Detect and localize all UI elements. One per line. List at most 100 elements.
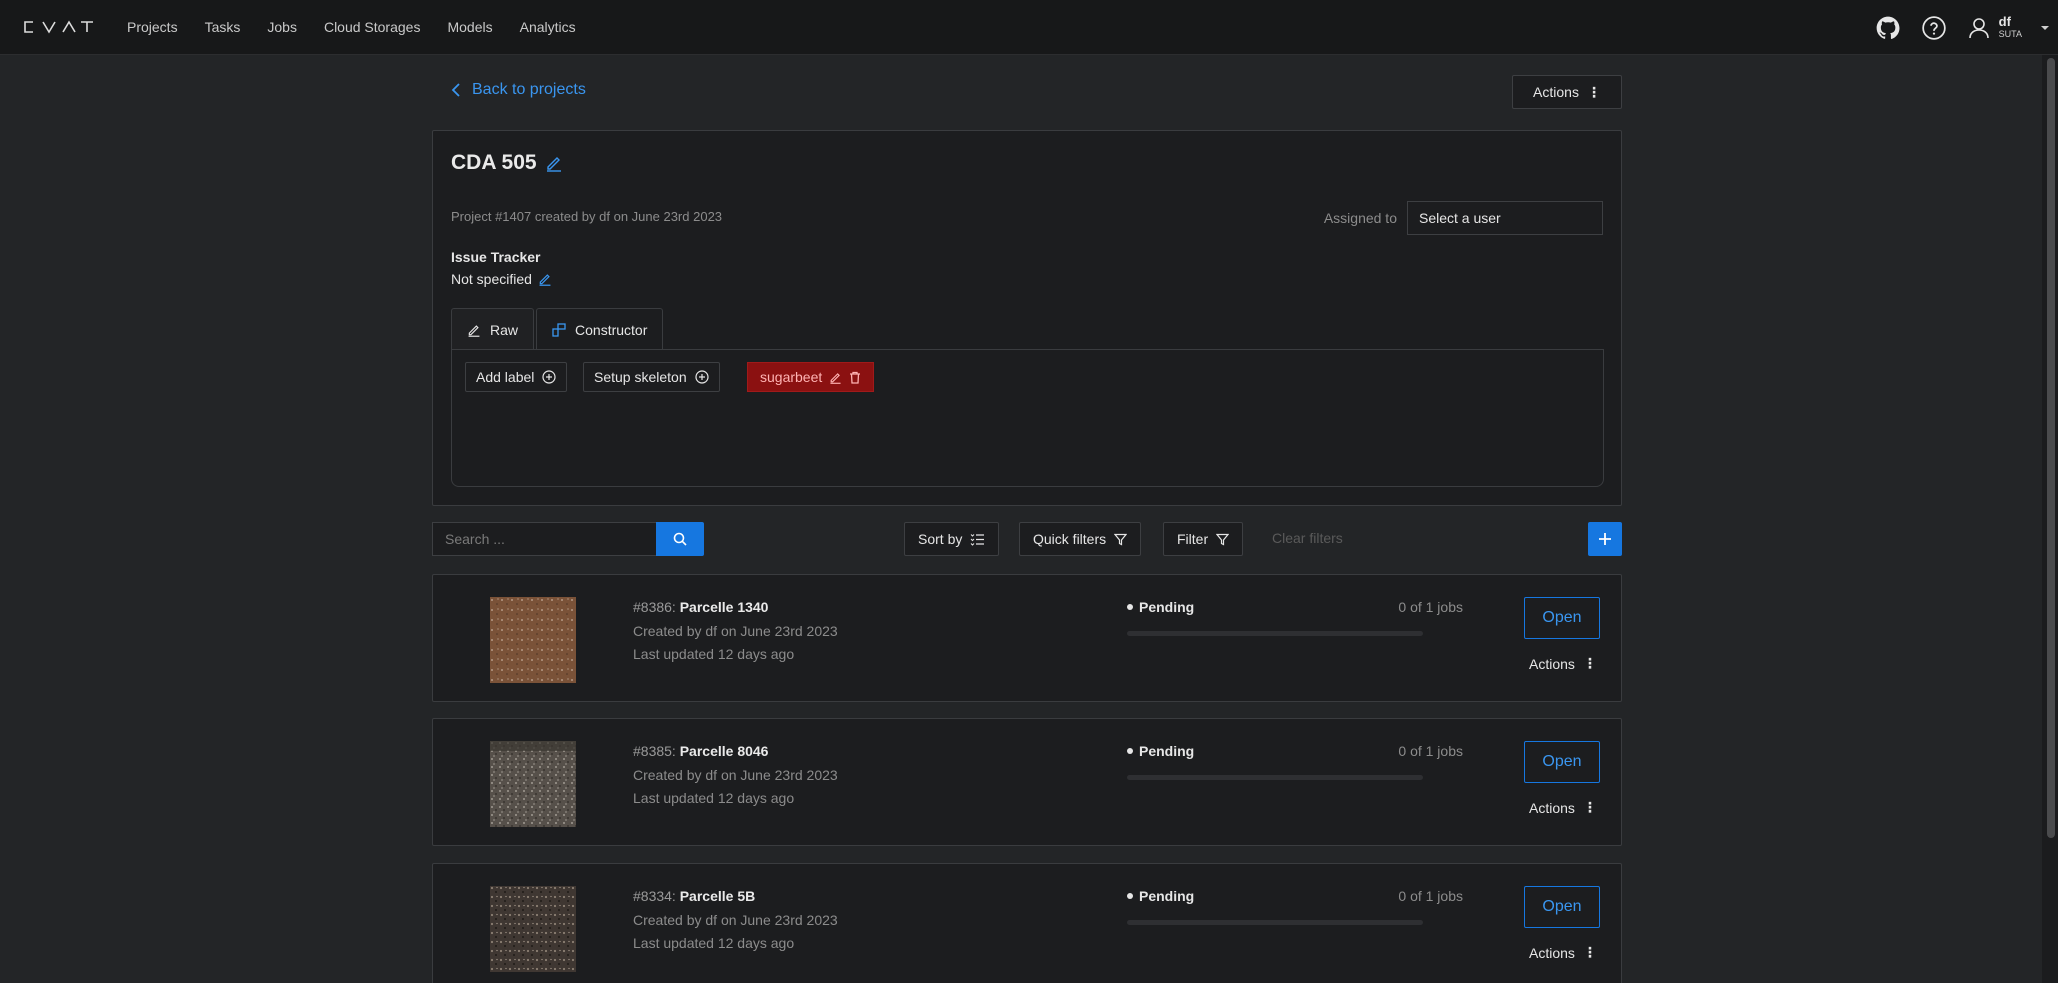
task-title[interactable]: #8386: Parcelle 1340 [633, 599, 768, 615]
task-thumbnail[interactable] [490, 597, 576, 683]
task-progress-bar [1127, 631, 1423, 636]
task-search-input[interactable] [432, 522, 656, 556]
task-jobs-count: 0 of 1 jobs [1398, 888, 1463, 904]
add-label-text: Add label [476, 369, 535, 385]
nav-projects[interactable]: Projects [127, 19, 178, 35]
add-label-button[interactable]: Add label [465, 362, 568, 392]
setup-skeleton-button[interactable]: Setup skeleton [583, 362, 720, 392]
constructor-panel: Add label Setup skeleton sugarbeet [451, 349, 1604, 487]
sort-by-label: Sort by [918, 531, 963, 547]
filter-button[interactable]: Filter [1163, 522, 1244, 556]
task-status-text: Pending [1139, 599, 1195, 615]
more-vertical-icon: ⋮ [1582, 799, 1597, 815]
plus-circle-icon [542, 370, 556, 384]
project-actions-button[interactable]: Actions ⋮ [1512, 75, 1622, 109]
task-title[interactable]: #8334: Parcelle 5B [633, 888, 755, 904]
cvat-logo[interactable] [23, 20, 95, 34]
task-card: #8334: Parcelle 5B Created by df on June… [432, 863, 1622, 983]
tab-constructor[interactable]: Constructor [536, 308, 664, 350]
tab-raw[interactable]: Raw [451, 308, 535, 350]
label-tag-name: sugarbeet [760, 369, 823, 385]
user-icon [1968, 17, 1989, 38]
project-meta: Project #1407 created by df on June 23rd… [451, 209, 723, 224]
task-updated: Last updated 12 days ago [633, 646, 795, 662]
filter-icon [1216, 533, 1230, 545]
sort-by-button[interactable]: Sort by [904, 522, 1000, 556]
quick-filters-button[interactable]: Quick filters [1019, 522, 1142, 556]
plus-icon [1599, 533, 1611, 545]
status-dot-icon [1127, 748, 1133, 754]
task-status-text: Pending [1139, 888, 1195, 904]
task-updated: Last updated 12 days ago [633, 790, 795, 806]
task-progress-bar [1127, 920, 1423, 925]
task-created: Created by df on June 23rd 2023 [633, 912, 838, 928]
nav-cloud-storages[interactable]: Cloud Storages [324, 19, 421, 35]
tab-constructor-label: Constructor [575, 321, 648, 338]
task-name: Parcelle 5B [679, 888, 756, 904]
task-actions-label: Actions [1529, 655, 1575, 672]
nav-tasks[interactable]: Tasks [205, 19, 241, 35]
filter-icon [1114, 533, 1128, 545]
clear-filters-button[interactable]: Clear filters [1272, 530, 1343, 546]
user-name: df [1998, 13, 2011, 29]
search-button[interactable] [656, 522, 704, 556]
setup-skeleton-text: Setup skeleton [594, 369, 687, 385]
top-right-controls: df SUTA [1875, 0, 2058, 55]
status-dot-icon [1127, 893, 1133, 899]
user-name-block: df SUTA [1998, 13, 2022, 40]
open-task-button[interactable]: Open [1524, 886, 1600, 928]
user-menu[interactable]: df SUTA [1967, 13, 2058, 40]
project-title: CDA 505 [451, 151, 537, 174]
edit-title-icon[interactable] [545, 154, 563, 172]
build-icon [552, 322, 566, 337]
task-actions-button[interactable]: Actions ⋮ [1529, 799, 1597, 816]
open-task-button[interactable]: Open [1524, 741, 1600, 783]
task-card: #8386: Parcelle 1340 Created by df on Ju… [432, 574, 1622, 702]
cvat-logo-icon [24, 20, 93, 34]
delete-icon[interactable] [849, 371, 861, 384]
github-icon[interactable] [1875, 15, 1901, 41]
status-dot-icon [1127, 604, 1133, 610]
nav-models[interactable]: Models [447, 19, 492, 35]
task-progress-bar [1127, 775, 1423, 780]
task-actions-button[interactable]: Actions ⋮ [1529, 655, 1597, 672]
plus-circle-icon [695, 370, 709, 384]
task-card: #8385: Parcelle 8046 Created by df on Ju… [432, 718, 1622, 846]
task-status: Pending [1127, 599, 1194, 615]
chevron-left-icon [451, 83, 460, 97]
label-tag-sugarbeet[interactable]: sugarbeet [747, 362, 875, 392]
project-title-row: CDA 505 [451, 151, 563, 175]
task-created: Created by df on June 23rd 2023 [633, 623, 838, 639]
task-title[interactable]: #8385: Parcelle 8046 [633, 743, 768, 759]
task-created: Created by df on June 23rd 2023 [633, 767, 838, 783]
filter-label: Filter [1177, 531, 1209, 547]
user-organization: SUTA [1998, 28, 2022, 39]
edit-issue-tracker-icon[interactable] [538, 272, 552, 286]
caret-down-icon[interactable] [2040, 23, 2050, 33]
edit-label-icon[interactable] [829, 371, 842, 384]
top-navigation-bar: Projects Tasks Jobs Cloud Storages Model… [0, 0, 2058, 55]
task-jobs-count: 0 of 1 jobs [1398, 743, 1463, 759]
open-task-button[interactable]: Open [1524, 597, 1600, 639]
create-task-button[interactable] [1588, 522, 1622, 556]
back-to-projects-link[interactable]: Back to projects [450, 81, 586, 99]
nav-analytics[interactable]: Analytics [520, 19, 576, 35]
assignee-select[interactable]: Select a user [1407, 201, 1603, 235]
page-scrollbar-thumb[interactable] [2047, 58, 2055, 838]
assignee-row: Assigned to Select a user [1324, 201, 1603, 235]
assigned-to-label: Assigned to [1323, 210, 1397, 226]
more-vertical-icon: ⋮ [1582, 944, 1597, 960]
main-nav: Projects Tasks Jobs Cloud Storages Model… [127, 19, 603, 35]
task-thumbnail[interactable] [490, 741, 576, 827]
task-status: Pending [1127, 743, 1194, 759]
task-thumbnail[interactable] [490, 886, 576, 972]
tab-raw-label: Raw [490, 321, 519, 338]
help-icon[interactable] [1921, 15, 1947, 41]
task-name: Parcelle 8046 [679, 743, 769, 759]
project-details-panel: CDA 505 Project #1407 created by df on J… [432, 130, 1622, 506]
task-id: #8334: [633, 888, 676, 904]
nav-jobs[interactable]: Jobs [267, 19, 297, 35]
task-actions-button[interactable]: Actions ⋮ [1529, 944, 1597, 961]
search-icon [673, 532, 687, 546]
task-jobs-count: 0 of 1 jobs [1398, 599, 1463, 615]
